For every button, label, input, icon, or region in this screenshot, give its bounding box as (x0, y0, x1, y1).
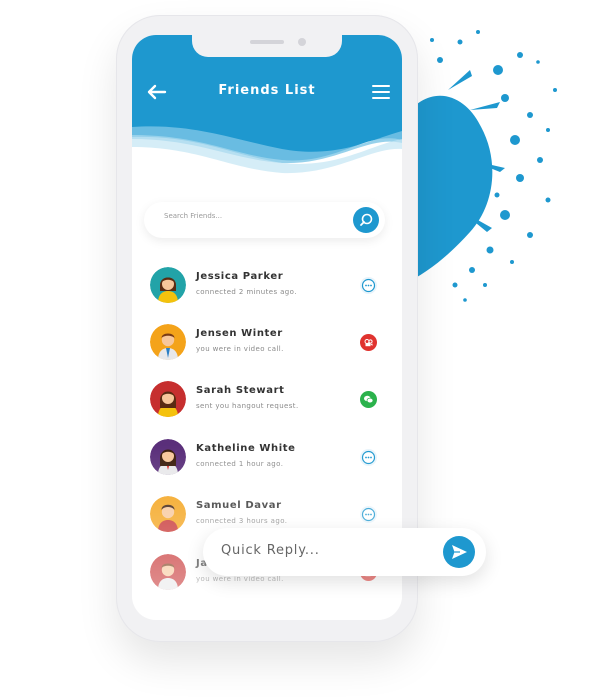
friend-status: sent you hangout request. (196, 402, 299, 410)
friend-name: Samuel Davar (196, 500, 282, 511)
hamburger-menu-icon[interactable] (372, 85, 390, 99)
avatar (150, 496, 186, 532)
friend-name: Jessica Parker (196, 271, 284, 282)
friend-status: you were in video call. (196, 345, 284, 353)
front-camera (298, 38, 306, 46)
search-bar (144, 202, 385, 238)
friend-name: Katheline White (196, 443, 296, 454)
friend-status: you were in video call. (196, 575, 284, 583)
send-icon[interactable] (443, 536, 475, 568)
list-item[interactable]: Jessica Parker connected 2 minutes ago. (132, 260, 402, 312)
message-icon[interactable] (360, 449, 377, 466)
header-wave (132, 35, 402, 174)
hangout-icon[interactable] (360, 391, 377, 408)
list-item[interactable]: Jensen Winter you were in video call. (132, 317, 402, 369)
avatar (150, 267, 186, 303)
search-icon[interactable] (353, 207, 379, 233)
friend-status: connected 3 hours ago. (196, 517, 288, 525)
friend-status: connected 1 hour ago. (196, 460, 284, 468)
speaker-grille (250, 40, 284, 44)
avatar (150, 324, 186, 360)
list-item[interactable]: Sarah Stewart sent you hangout request. (132, 374, 402, 426)
page-title: Friends List (218, 83, 316, 98)
phone-notch (192, 35, 342, 57)
avatar (150, 439, 186, 475)
quick-reply-input[interactable] (219, 542, 423, 559)
list-item[interactable]: Katheline White connected 1 hour ago. (132, 432, 402, 484)
header: Friends List (132, 35, 402, 195)
friend-name: Jensen Winter (196, 328, 283, 339)
avatar (150, 381, 186, 417)
message-icon[interactable] (360, 506, 377, 523)
message-icon[interactable] (360, 277, 377, 294)
friend-name: Sarah Stewart (196, 385, 285, 396)
back-arrow-icon[interactable] (146, 83, 168, 101)
search-input[interactable] (162, 211, 346, 221)
avatar (150, 554, 186, 590)
quick-reply-bar (203, 528, 486, 576)
friend-status: connected 2 minutes ago. (196, 288, 297, 296)
video-call-icon[interactable] (360, 334, 377, 351)
